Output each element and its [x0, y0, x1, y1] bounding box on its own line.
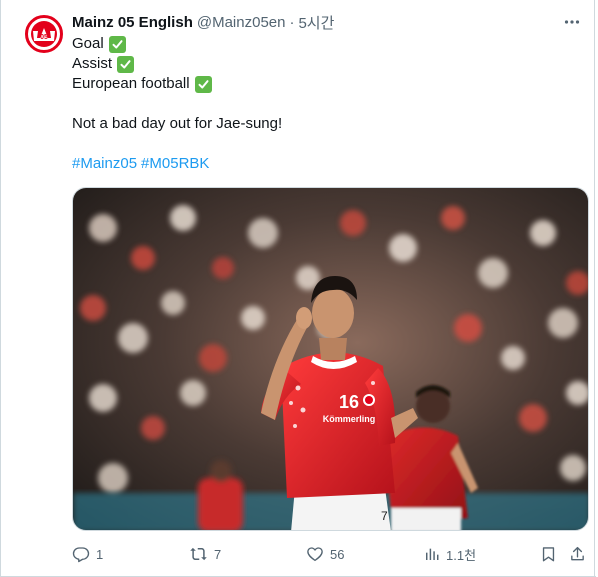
- avatar[interactable]: 05: [24, 14, 64, 54]
- tweet-action-bar: 1 7 56 1.1천: [72, 540, 594, 568]
- line-text: European football: [72, 75, 190, 92]
- views-button[interactable]: 1.1천: [424, 540, 476, 568]
- reply-icon: [72, 547, 90, 563]
- views-count: 1.1천: [446, 547, 477, 563]
- separator-dot: ·: [289, 13, 295, 31]
- tweet-message: Not a bad day out for Jae-sung!: [72, 114, 572, 134]
- tweet-line-goal: Goal: [72, 34, 572, 54]
- jersey-sponsor-text: Kömmerling: [323, 414, 376, 424]
- hashtag-mainz05[interactable]: #Mainz05: [72, 154, 137, 174]
- svg-text:05: 05: [40, 34, 48, 41]
- timestamp[interactable]: 5시간: [298, 12, 334, 33]
- repost-button[interactable]: 7: [189, 540, 221, 568]
- display-name[interactable]: Mainz 05 English: [72, 14, 193, 31]
- bookmark-button[interactable]: [540, 540, 557, 568]
- hashtag-m05rbk[interactable]: #M05RBK: [141, 154, 209, 174]
- check-emoji-icon: [117, 55, 135, 73]
- tweet-media-photo[interactable]: 16 Kömmerling 7: [72, 187, 589, 531]
- hashtags: #Mainz05 #M05RBK: [72, 154, 572, 174]
- frame-border-left: [0, 0, 1, 577]
- line-text: Assist: [72, 55, 113, 72]
- reply-button[interactable]: 1: [72, 540, 103, 568]
- user-handle[interactable]: @Mainz05en: [197, 14, 286, 31]
- share-icon: [571, 546, 584, 561]
- more-button[interactable]: [562, 12, 582, 32]
- message-text: Not a bad day out for Jae-sung!: [72, 115, 283, 132]
- like-button[interactable]: 56: [306, 540, 344, 568]
- svg-text:7: 7: [381, 509, 388, 523]
- like-icon: [307, 547, 323, 562]
- player-celebration-image: 16 Kömmerling 7: [73, 188, 588, 530]
- tweet-line-european-football: European football: [72, 74, 572, 94]
- share-button[interactable]: [569, 540, 586, 568]
- views-icon: [426, 548, 439, 560]
- reply-count: 1: [96, 546, 104, 562]
- check-emoji-icon: [108, 35, 126, 53]
- tweet-header: Mainz 05 English @Mainz05en · 5시간: [72, 12, 334, 32]
- like-count: 56: [330, 546, 345, 562]
- repost-icon: [190, 547, 207, 561]
- bookmark-icon: [542, 547, 555, 562]
- tweet-line-assist: Assist: [72, 54, 572, 74]
- tweet-text: Goal Assist European football Not a bad …: [72, 34, 572, 174]
- svg-text:16: 16: [339, 392, 359, 412]
- repost-count: 7: [214, 546, 222, 562]
- mainz05-crest-logo: 05: [25, 15, 63, 53]
- frame-border-right: [594, 0, 595, 577]
- more-icon: [564, 20, 580, 24]
- check-emoji-icon: [194, 75, 212, 93]
- line-text: Goal: [72, 35, 104, 52]
